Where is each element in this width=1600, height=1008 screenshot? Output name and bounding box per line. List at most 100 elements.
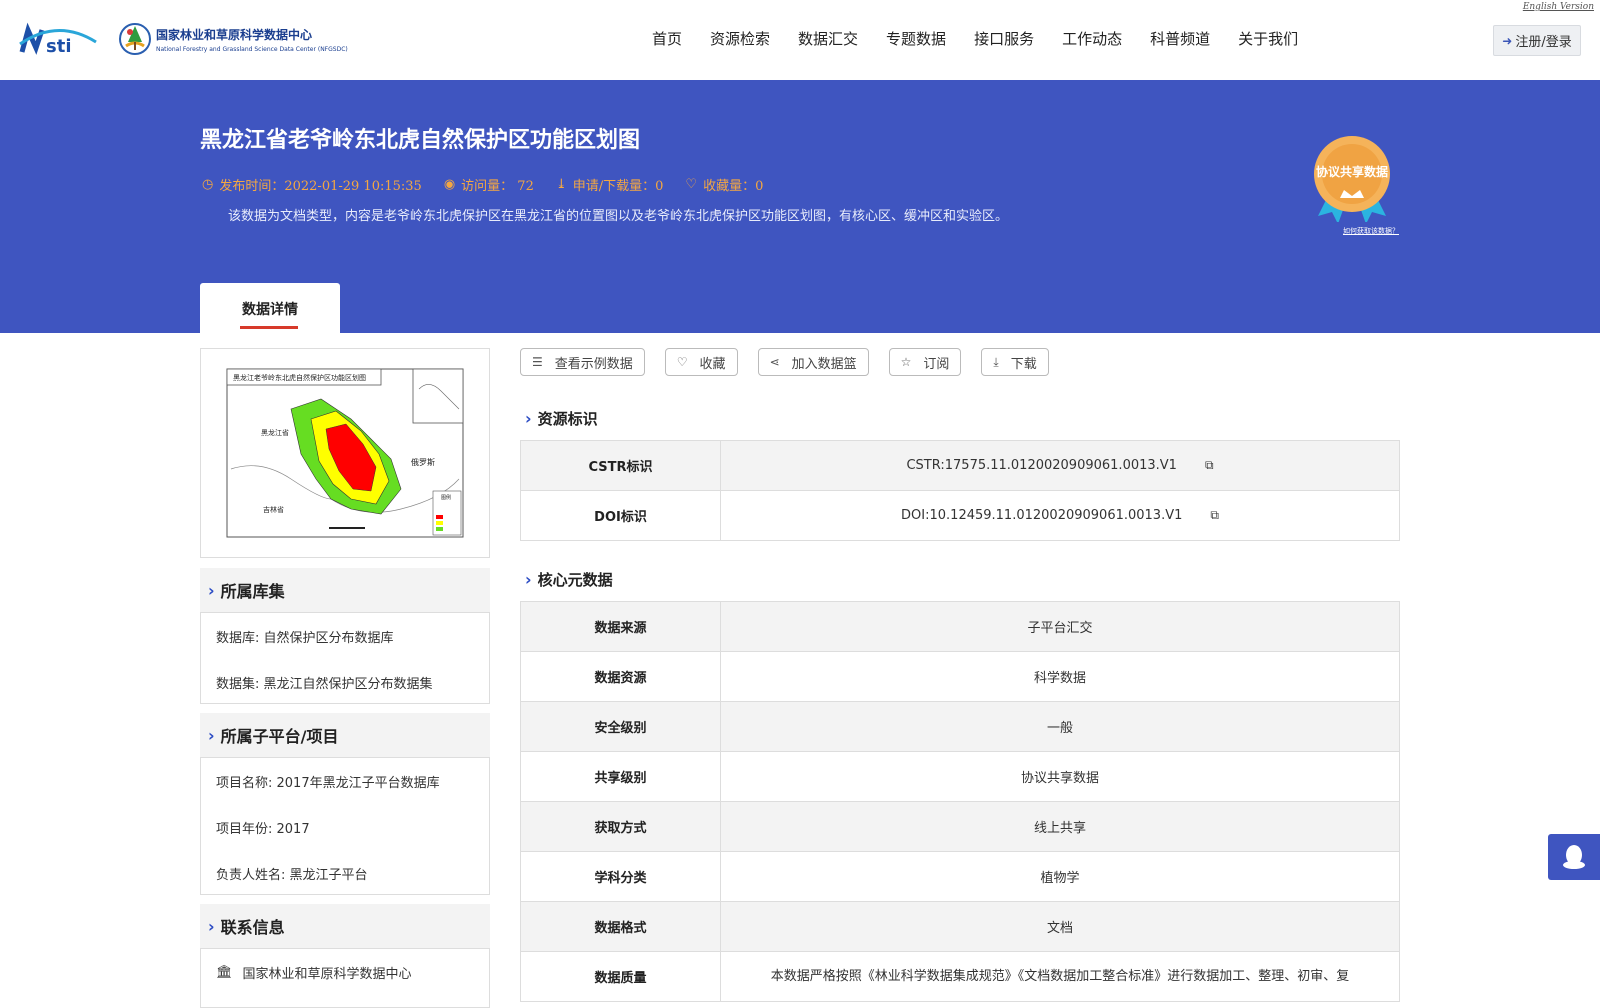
visit-count-text: 访问量： 72 — [461, 179, 534, 194]
map-title: 黑龙江老爷岭东北虎自然保护区功能区划图 — [233, 373, 366, 382]
dataset-title: 黑龙江省老爷岭东北虎自然保护区功能区划图 — [200, 128, 641, 153]
table-row: 获取方式 线上共享 — [520, 801, 1400, 852]
eye-icon: ◉ — [443, 177, 456, 192]
map-legend-title: 图例 — [441, 494, 451, 501]
contact-section-title: 联系信息 — [220, 918, 285, 937]
center-emblem-icon — [119, 23, 151, 55]
nav-home[interactable]: 首页 — [652, 28, 682, 49]
collection-section-title: 所属库集 — [220, 582, 285, 601]
table-row: 数据格式 文档 — [520, 901, 1400, 952]
download-count: ⤓ 申请/下载量：0 — [556, 175, 664, 194]
meta-key: 共享级别 — [520, 751, 721, 802]
online-support-button[interactable] — [1548, 834, 1600, 880]
download-icon: ⤓ — [555, 177, 567, 192]
meta-key: 数据来源 — [520, 601, 721, 652]
action-bar: ☰ 查看示例数据 ♡ 收藏 ⋖ 加入数据篮 ☆ 订阅 ⤓ 下载 — [520, 348, 1069, 376]
nav-about-us[interactable]: 关于我们 — [1238, 28, 1298, 49]
contact-section-header: › 联系信息 — [200, 904, 490, 948]
meta-key: 安全级别 — [520, 701, 721, 752]
table-row: 数据质量 本数据严格按照《林业科学数据集成规范》《文档数据加工整合标准》进行数据加… — [520, 951, 1400, 1002]
doi-key: DOI标识 — [520, 490, 721, 541]
star-icon: ☆ — [900, 355, 912, 369]
share-icon: ⋖ — [769, 355, 780, 369]
login-button[interactable]: ➜ 注册/登录 — [1493, 25, 1581, 56]
nav-resource-search[interactable]: 资源检索 — [710, 28, 770, 49]
project-year: 项目年份: 2017 — [216, 821, 310, 837]
table-row: 数据来源 子平台汇交 — [520, 601, 1400, 652]
center-logo[interactable]: 国家林业和草原科学数据中心 National Forestry and Gras… — [118, 20, 348, 58]
resource-id-table: CSTR标识 CSTR:17575.11.0120020909061.0013.… — [520, 440, 1400, 541]
database-icon: ☰ — [532, 355, 543, 369]
resource-id-header: › 资源标识 — [525, 408, 598, 429]
collection-box: 数据库: 自然保护区分布数据库 数据集: 黑龙江自然保护区分布数据集 — [200, 612, 490, 704]
qq-icon — [1563, 845, 1585, 869]
dataset-meta: ◷ 发布时间：2022-01-29 10:15:35 ◉ 访问量： 72 ⤓ 申请/下… — [202, 175, 785, 194]
subscribe-label: 订阅 — [923, 356, 950, 372]
project-section-title: 所属子平台/项目 — [220, 727, 339, 746]
copy-icon[interactable]: ⧉ — [1210, 508, 1219, 523]
meta-value: 协议共享数据 — [720, 751, 1400, 802]
project-owner: 负责人姓名: 黑龙江子平台 — [216, 867, 368, 883]
institution-icon: 🏛 — [216, 964, 233, 980]
nav-news[interactable]: 工作动态 — [1062, 28, 1122, 49]
main-nav: 首页 资源检索 数据汇交 专题数据 接口服务 工作动态 科普频道 关于我们 — [652, 28, 1326, 49]
doi-value-cell: DOI:10.12459.11.0120020909061.0013.V1 ⧉ — [720, 490, 1400, 541]
meta-value: 科学数据 — [720, 651, 1400, 702]
favorite-count: ♡ 收藏量：0 — [685, 175, 763, 194]
login-label: 注册/登录 — [1515, 35, 1572, 50]
map-label-heilongjiang: 黑龙江省 — [261, 428, 289, 437]
download-icon: ⤓ — [993, 354, 999, 369]
project-box: 项目名称: 2017年黑龙江子平台数据库 项目年份: 2017 负责人姓名: 黑… — [200, 757, 490, 895]
meta-value: 文档 — [720, 901, 1400, 952]
dataset-thumbnail[interactable]: 黑龙江老爷岭东北虎自然保护区功能区划图 黑龙江省 俄罗斯 吉林省 图例 — [200, 348, 490, 558]
visit-count: ◉ 访问量： 72 — [444, 175, 534, 194]
active-tab-underline — [240, 326, 298, 329]
how-to-get-data-link[interactable]: 如何获取该数据？ — [1343, 226, 1399, 236]
add-to-basket-button[interactable]: ⋖ 加入数据篮 — [757, 348, 869, 376]
chevron-right-icon: › — [208, 725, 215, 745]
table-row: 共享级别 协议共享数据 — [520, 751, 1400, 802]
meta-key: 数据质量 — [520, 951, 721, 1002]
clock-icon: ◷ — [202, 177, 214, 192]
view-sample-data-button[interactable]: ☰ 查看示例数据 — [520, 348, 645, 376]
doi-value: DOI:10.12459.11.0120020909061.0013.V1 — [901, 508, 1183, 523]
nav-topic-data[interactable]: 专题数据 — [886, 28, 946, 49]
core-meta-header: › 核心元数据 — [525, 569, 613, 590]
english-version-link[interactable]: English Version — [1523, 2, 1594, 12]
dataset-link[interactable]: 数据集: 黑龙江自然保护区分布数据集 — [201, 659, 489, 705]
nav-science-popularization[interactable]: 科普频道 — [1150, 28, 1210, 49]
resource-id-title: 资源标识 — [537, 410, 598, 428]
nsti-logo[interactable]: sti — [18, 22, 98, 58]
center-name-en: National Forestry and Grassland Science … — [156, 45, 348, 53]
nav-api-service[interactable]: 接口服务 — [974, 28, 1034, 49]
favorite-count-text: 收藏量：0 — [703, 179, 764, 194]
database-link[interactable]: 数据库: 自然保护区分布数据库 — [201, 613, 489, 659]
nav-data-submission[interactable]: 数据汇交 — [798, 28, 858, 49]
map-label-jilin: 吉林省 — [263, 505, 284, 514]
chevron-right-icon: › — [525, 409, 532, 428]
table-row: DOI标识 DOI:10.12459.11.0120020909061.0013… — [520, 490, 1400, 541]
heart-icon: ♡ — [676, 355, 688, 369]
meta-value: 植物学 — [720, 851, 1400, 902]
download-button[interactable]: ⤓ 下载 — [981, 348, 1049, 376]
publish-time-text: 发布时间：2022-01-29 10:15:35 — [219, 179, 422, 194]
meta-value: 一般 — [720, 701, 1400, 752]
subscribe-button[interactable]: ☆ 订阅 — [888, 348, 962, 376]
meta-value: 线上共享 — [720, 801, 1400, 852]
publish-time: ◷ 发布时间：2022-01-29 10:15:35 — [202, 175, 422, 194]
table-row: CSTR标识 CSTR:17575.11.0120020909061.0013.… — [520, 440, 1400, 491]
dataset-description: 该数据为文档类型，内容是老爷岭东北虎保护区在黑龙江省的位置图以及老爷岭东北虎保护… — [228, 209, 1009, 224]
contact-org: 🏛 国家林业和草原科学数据中心 — [201, 949, 489, 995]
chevron-right-icon: › — [208, 916, 215, 936]
favorite-button[interactable]: ♡ 收藏 — [664, 348, 738, 376]
copy-icon[interactable]: ⧉ — [1205, 458, 1214, 473]
table-row: 学科分类 植物学 — [520, 851, 1400, 902]
chevron-right-icon: › — [208, 580, 215, 600]
chevron-right-icon: › — [525, 570, 532, 589]
cstr-value: CSTR:17575.11.0120020909061.0013.V1 — [906, 458, 1177, 473]
map-label-russia: 俄罗斯 — [411, 457, 435, 467]
zoning-map-image: 黑龙江老爷岭东北虎自然保护区功能区划图 黑龙江省 俄罗斯 吉林省 图例 — [226, 368, 464, 538]
heart-icon: ♡ — [685, 177, 698, 192]
tab-data-details[interactable]: 数据详情 — [200, 283, 340, 333]
core-meta-title: 核心元数据 — [537, 571, 613, 589]
